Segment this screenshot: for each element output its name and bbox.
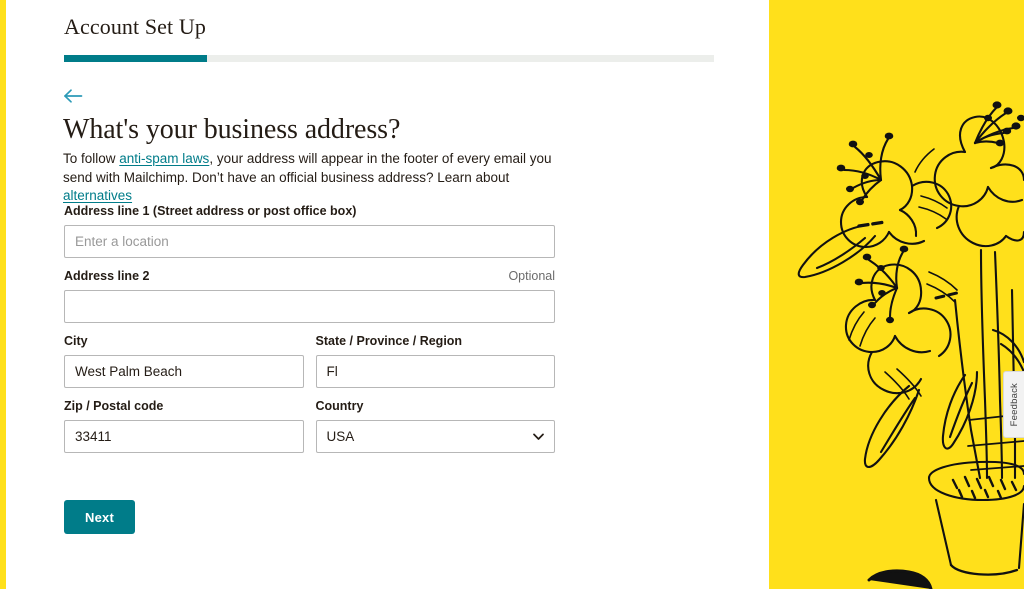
address-line-1-field: Address line 1 (Street address or post o…: [64, 203, 555, 258]
intro-text-part-1: To follow: [63, 151, 120, 166]
address-line-1-input[interactable]: Enter a location: [64, 225, 555, 258]
city-state-row: City West Palm Beach State / Province / …: [64, 333, 555, 388]
address-line-1-label: Address line 1 (Street address or post o…: [64, 204, 357, 218]
city-label: City: [64, 334, 88, 348]
address-line-2-row: Address line 2 Optional: [64, 268, 555, 323]
left-edge-accent-stripe: [0, 0, 6, 589]
account-setup-page: Account Set Up What's your business addr…: [0, 0, 1024, 589]
address-line-1-placeholder: Enter a location: [75, 234, 169, 249]
city-label-line: City: [64, 333, 304, 349]
state-label: State / Province / Region: [315, 334, 463, 348]
form-pane: Account Set Up What's your business addr…: [0, 0, 769, 589]
anti-spam-laws-link[interactable]: anti-spam laws: [119, 151, 209, 166]
city-field: City West Palm Beach: [64, 333, 304, 388]
setup-progress-bar: [64, 55, 714, 62]
zip-value: 33411: [75, 429, 112, 444]
state-label-line: State / Province / Region: [316, 333, 556, 349]
state-value: Fl: [326, 364, 338, 379]
feedback-tab[interactable]: Feedback: [1003, 371, 1024, 438]
next-button[interactable]: Next: [64, 500, 135, 534]
country-value: USA: [326, 429, 355, 444]
business-address-form: Address line 1 (Street address or post o…: [64, 203, 555, 463]
illustration-pane: Feedback: [769, 0, 1024, 589]
state-field: State / Province / Region Fl: [315, 333, 556, 388]
address-line-2-input[interactable]: [64, 290, 555, 323]
zip-field: Zip / Postal code 33411: [64, 398, 304, 453]
address-line-1-label-line: Address line 1 (Street address or post o…: [64, 203, 555, 219]
setup-progress-fill: [64, 55, 207, 62]
alternatives-link[interactable]: alternatives: [63, 188, 132, 203]
state-input[interactable]: Fl: [315, 355, 555, 388]
address-line-2-label: Address line 2: [64, 269, 150, 283]
lily-flowers-in-pot-line-art: [769, 0, 1024, 589]
chevron-down-icon: [532, 431, 544, 443]
address-line-2-optional-tag: Optional: [508, 269, 555, 283]
form-heading: What's your business address?: [63, 114, 401, 145]
address-line-1-row: Address line 1 (Street address or post o…: [64, 203, 555, 258]
country-select[interactable]: USA: [315, 420, 555, 453]
zip-label-line: Zip / Postal code: [64, 398, 304, 414]
address-line-2-label-line: Address line 2 Optional: [64, 268, 555, 284]
page-title: Account Set Up: [64, 14, 206, 39]
arrow-left-icon: [62, 88, 84, 104]
city-input[interactable]: West Palm Beach: [64, 355, 304, 388]
address-line-2-field: Address line 2 Optional: [64, 268, 555, 323]
zip-input[interactable]: 33411: [64, 420, 304, 453]
zip-country-row: Zip / Postal code 33411 Country USA: [64, 398, 555, 453]
country-label-line: Country: [316, 398, 556, 414]
intro-paragraph: To follow anti-spam laws, your address w…: [63, 150, 563, 206]
back-button[interactable]: [62, 84, 88, 108]
country-field: Country USA: [315, 398, 556, 453]
country-label: Country: [315, 399, 364, 413]
city-value: West Palm Beach: [75, 364, 183, 379]
zip-label: Zip / Postal code: [64, 399, 164, 413]
feedback-tab-label: Feedback: [1008, 382, 1020, 427]
